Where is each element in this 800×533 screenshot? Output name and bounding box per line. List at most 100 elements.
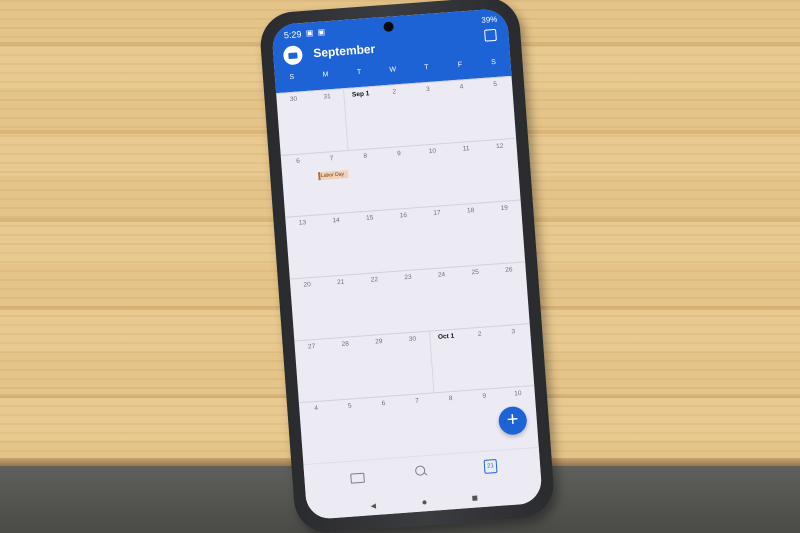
day-number: 2 bbox=[477, 330, 482, 338]
day-number: 7 bbox=[414, 397, 420, 405]
day-number: 24 bbox=[437, 271, 446, 279]
calendar-day-cell[interactable]: 8 bbox=[348, 149, 386, 213]
day-number: 14 bbox=[332, 216, 341, 225]
calendar-day-cell[interactable]: 20 bbox=[290, 277, 328, 341]
calendar-day-cell[interactable]: 22 bbox=[357, 272, 395, 336]
calendar-day-cell[interactable]: 19 bbox=[487, 201, 525, 265]
calendar-day-cell[interactable]: 2 bbox=[462, 327, 500, 391]
day-number: 23 bbox=[404, 273, 412, 282]
phone: 5:29 ▣ ▣ 39% September S M T W T F S 30 3… bbox=[258, 0, 556, 533]
day-number: 8 bbox=[448, 395, 453, 403]
calendar-day-cell[interactable]: 2 bbox=[377, 84, 415, 148]
calendar-view-icon[interactable] bbox=[484, 28, 497, 42]
day-number: 27 bbox=[307, 342, 316, 351]
home-icon[interactable] bbox=[422, 500, 427, 505]
search-icon[interactable] bbox=[414, 465, 426, 476]
day-number: 9 bbox=[396, 150, 401, 158]
day-number: 9 bbox=[482, 392, 487, 400]
calendar-day-cell[interactable]: 26 bbox=[492, 262, 530, 326]
day-number: 29 bbox=[375, 338, 383, 346]
calendar-day-cell[interactable]: 21 bbox=[323, 275, 361, 339]
day-number: 10 bbox=[514, 389, 522, 398]
menu-icon[interactable] bbox=[282, 45, 304, 66]
calendar-day-cell[interactable]: 5 bbox=[333, 398, 371, 462]
day-number: 10 bbox=[428, 147, 437, 156]
calendar-day-cell[interactable]: 16 bbox=[386, 208, 424, 272]
calendar-day-cell[interactable]: Sep 1 bbox=[343, 87, 381, 151]
day-number: 3 bbox=[425, 85, 431, 94]
calendar-day-cell[interactable]: Oct 1 bbox=[429, 329, 467, 393]
calendar-day-cell[interactable]: 17 bbox=[420, 205, 458, 269]
calendar-day-cell[interactable]: 14 bbox=[319, 213, 357, 277]
calendar-day-cell[interactable]: 24 bbox=[424, 267, 462, 331]
day-number: 5 bbox=[347, 402, 352, 410]
day-number: 21 bbox=[336, 278, 345, 287]
day-number: 3 bbox=[511, 328, 516, 336]
back-icon[interactable]: ◀ bbox=[370, 502, 376, 510]
calendar-day-cell[interactable]: 30 bbox=[276, 92, 314, 156]
calendar-day-cell[interactable]: 7 bbox=[314, 151, 352, 215]
day-number: 26 bbox=[504, 266, 513, 274]
calendar-day-cell[interactable]: 15 bbox=[353, 210, 391, 274]
calendar-day-cell[interactable]: 25 bbox=[458, 265, 496, 329]
day-number: 16 bbox=[399, 211, 408, 220]
month-grid: 30 31 Sep 1 2 3 4 5 6 7 8 9 10 11 12 13 14 15 16 17 18 19 20 2… bbox=[276, 75, 539, 466]
day-number: 30 bbox=[289, 95, 298, 104]
day-number: 13 bbox=[298, 219, 307, 227]
month-title[interactable]: September bbox=[313, 42, 376, 61]
day-number: Oct 1 bbox=[437, 332, 455, 341]
day-number: 11 bbox=[462, 145, 470, 153]
calendar-tab-icon[interactable]: 21 bbox=[483, 458, 498, 474]
calendar-day-cell[interactable]: 18 bbox=[453, 203, 491, 267]
calendar-day-cell[interactable]: 8 bbox=[433, 391, 471, 455]
calendar-day-cell[interactable]: 6 bbox=[281, 153, 319, 217]
day-number: 19 bbox=[500, 204, 509, 212]
weekday-label: M bbox=[322, 71, 329, 79]
day-number: 30 bbox=[408, 335, 417, 344]
calendar-day-cell[interactable]: 11 bbox=[449, 141, 487, 205]
calendar-day-cell[interactable]: 23 bbox=[391, 270, 429, 334]
day-number: 17 bbox=[433, 209, 441, 217]
day-number: 4 bbox=[314, 404, 319, 413]
front-camera bbox=[383, 21, 394, 33]
calendar-day-cell[interactable]: 3 bbox=[496, 324, 534, 388]
calendar-day-cell[interactable]: 31 bbox=[310, 89, 348, 153]
calendar-day-cell[interactable]: 7 bbox=[400, 393, 438, 457]
status-time: 5:29 bbox=[283, 29, 302, 41]
calendar-day-cell[interactable]: 4 bbox=[444, 79, 482, 143]
day-number: 25 bbox=[471, 268, 480, 277]
phone-screen: 5:29 ▣ ▣ 39% September S M T W T F S 30 3… bbox=[271, 8, 543, 520]
day-number: 20 bbox=[303, 281, 311, 289]
recent-apps-icon[interactable] bbox=[472, 495, 478, 501]
day-number: Sep 1 bbox=[351, 90, 370, 99]
weekday-label: W bbox=[389, 66, 397, 74]
calendar-day-cell[interactable]: 29 bbox=[362, 334, 400, 398]
calendar-day-cell[interactable]: 13 bbox=[285, 215, 323, 279]
calendar-day-cell[interactable]: 9 bbox=[382, 146, 420, 210]
calendar-day-cell[interactable]: 12 bbox=[482, 139, 520, 203]
calendar-day-cell[interactable]: 3 bbox=[411, 82, 449, 146]
photo-scene: 5:29 ▣ ▣ 39% September S M T W T F S 30 3… bbox=[0, 0, 800, 533]
day-number: 28 bbox=[341, 340, 350, 348]
weekday-label: T bbox=[424, 63, 429, 72]
calendar-day-cell[interactable]: 5 bbox=[478, 77, 516, 141]
calendar-day-cell[interactable]: 10 bbox=[415, 144, 453, 208]
day-number: 15 bbox=[365, 214, 374, 222]
day-number: 12 bbox=[495, 142, 504, 151]
day-number: 6 bbox=[381, 399, 386, 408]
calendar-day-cell[interactable]: 28 bbox=[328, 337, 366, 401]
calendar-day-cell[interactable]: 27 bbox=[294, 339, 332, 403]
mail-icon[interactable] bbox=[350, 472, 365, 484]
day-number: 31 bbox=[323, 93, 331, 101]
day-number: 22 bbox=[370, 276, 379, 284]
calendar-day-cell[interactable]: 30 bbox=[395, 332, 433, 396]
day-number: 7 bbox=[329, 155, 334, 163]
day-number: 8 bbox=[363, 152, 368, 160]
calendar-day-cell[interactable]: 4 bbox=[299, 401, 337, 465]
day-number: 6 bbox=[295, 157, 301, 165]
weekday-label: T bbox=[356, 68, 362, 77]
weekday-label: S bbox=[289, 73, 295, 82]
status-icons: ▣ ▣ bbox=[305, 27, 327, 38]
day-number: 18 bbox=[466, 206, 475, 215]
calendar-day-cell[interactable]: 6 bbox=[366, 396, 404, 460]
